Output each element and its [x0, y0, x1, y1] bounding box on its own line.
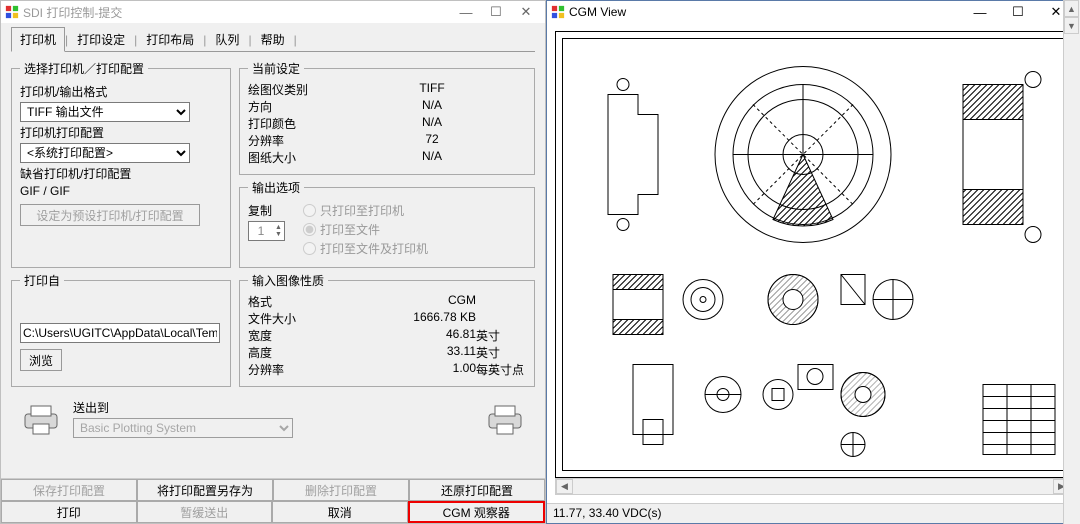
legend-output: 输出选项	[248, 179, 304, 196]
print-button[interactable]: 打印	[1, 501, 137, 523]
default-printer-label: 缺省打印机/打印配置	[20, 165, 222, 182]
window-title: CGM View	[569, 5, 961, 19]
radio-printer-only[interactable]: 只打印至打印机	[303, 202, 428, 219]
cancel-button[interactable]: 取消	[272, 501, 408, 523]
group-select-printer: 选择打印机／打印配置 打印机/输出格式 TIFF 输出文件 打印机打印配置 <系…	[11, 60, 231, 268]
window-title: SDI 打印控制-提交	[23, 4, 451, 21]
setting-row: 分辨率72	[248, 132, 526, 149]
scrollbar-vertical[interactable]: ▲ ▼	[1063, 0, 1080, 524]
cgm-view-window: CGM View — ☐ ✕	[546, 0, 1080, 524]
cgm-viewer-button[interactable]: CGM 观察器	[408, 501, 546, 523]
status-bar: 11.77, 33.40 VDC(s)	[547, 503, 1079, 523]
minimize-button[interactable]: —	[451, 2, 481, 22]
image-row: 文件大小1666.78 KB	[248, 310, 526, 327]
printer-icon	[21, 400, 61, 436]
image-row: 格式CGM	[248, 293, 526, 310]
cad-drawing	[563, 39, 1063, 470]
image-row: 高度33.11英寸	[248, 344, 526, 361]
scroll-up-icon[interactable]: ▲	[1064, 0, 1079, 17]
group-current-settings: 当前设定 绘图仪类别TIFF 方向N/A 打印颜色N/A 分辨率72 图纸大小N…	[239, 60, 535, 175]
scroll-left-icon[interactable]: ◀	[556, 479, 573, 494]
scrollbar-horizontal[interactable]: ◀ ▶	[555, 478, 1071, 495]
app-icon	[5, 5, 19, 19]
tab-printer[interactable]: 打印机	[11, 27, 65, 52]
tab-bar: 打印机| 打印设定| 打印布局| 队列| 帮助|	[1, 23, 545, 52]
send-to-label: 送出到	[73, 399, 473, 416]
close-button[interactable]: ✕	[511, 2, 541, 22]
legend-input-image: 输入图像性质	[248, 272, 328, 289]
legend-select-printer: 选择打印机／打印配置	[20, 60, 148, 77]
maximize-button[interactable]: ☐	[481, 2, 511, 22]
bottom-button-bar: 保存打印配置 将打印配置另存为 删除打印配置 还原打印配置 打印 暂缓送出 取消…	[1, 478, 545, 523]
default-printer-value: GIF / GIF	[20, 184, 222, 198]
image-row: 分辨率1.00每英寸点	[248, 361, 526, 378]
titlebar-left: SDI 打印控制-提交 — ☐ ✕	[1, 1, 545, 23]
defer-button[interactable]: 暂缓送出	[137, 501, 273, 523]
tab-help[interactable]: 帮助	[252, 27, 294, 52]
copies-stepper[interactable]: 1 ▲▼	[248, 221, 285, 241]
image-row: 宽度46.81英寸	[248, 327, 526, 344]
group-output-options: 输出选项 复制 1 ▲▼ 只打印至打印机 打印至	[239, 179, 535, 268]
app-icon	[551, 5, 565, 19]
send-to-select[interactable]: Basic Plotting System	[73, 418, 293, 438]
drawing-canvas[interactable]	[555, 31, 1071, 478]
titlebar-right: CGM View — ☐ ✕	[547, 1, 1079, 23]
group-input-image: 输入图像性质 格式CGM 文件大小1666.78 KB 宽度46.81英寸 高度…	[239, 272, 535, 387]
printer-config-label: 打印机打印配置	[20, 124, 222, 141]
sdi-print-window: SDI 打印控制-提交 — ☐ ✕ 打印机| 打印设定| 打印布局| 队列| 帮…	[0, 0, 546, 524]
save-config-as-button[interactable]: 将打印配置另存为	[137, 479, 273, 501]
setting-row: 方向N/A	[248, 98, 526, 115]
setting-row: 打印颜色N/A	[248, 115, 526, 132]
path-input[interactable]	[20, 323, 220, 343]
delete-config-button[interactable]: 删除打印配置	[273, 479, 409, 501]
radio-to-file[interactable]: 打印至文件	[303, 221, 428, 238]
tab-settings[interactable]: 打印设定	[68, 27, 134, 52]
printer-format-select[interactable]: TIFF 输出文件	[20, 102, 190, 122]
set-preset-button[interactable]: 设定为预设打印机/打印配置	[20, 204, 200, 226]
minimize-button[interactable]: —	[961, 2, 999, 22]
restore-config-button[interactable]: 还原打印配置	[409, 479, 545, 501]
scroll-down-icon[interactable]: ▼	[1064, 17, 1079, 34]
radio-file-and-printer[interactable]: 打印至文件及打印机	[303, 240, 428, 257]
setting-row: 绘图仪类别TIFF	[248, 81, 526, 98]
group-print-from: 打印自 浏览	[11, 272, 231, 387]
send-to-row: 送出到 Basic Plotting System	[11, 397, 535, 438]
legend-current: 当前设定	[248, 60, 304, 77]
tab-queue[interactable]: 队列	[206, 27, 248, 52]
status-coords: 11.77, 33.40 VDC(s)	[553, 506, 662, 520]
setting-row: 图纸大小N/A	[248, 149, 526, 166]
save-config-button[interactable]: 保存打印配置	[1, 479, 137, 501]
browse-button[interactable]: 浏览	[20, 349, 62, 371]
maximize-button[interactable]: ☐	[999, 2, 1037, 22]
printer-format-label: 打印机/输出格式	[20, 83, 222, 100]
printer-config-select[interactable]: <系统打印配置>	[20, 143, 190, 163]
printer-icon	[485, 400, 525, 436]
copy-label: 复制	[248, 202, 285, 219]
legend-print-from: 打印自	[20, 272, 64, 289]
tab-layout[interactable]: 打印布局	[137, 27, 203, 52]
